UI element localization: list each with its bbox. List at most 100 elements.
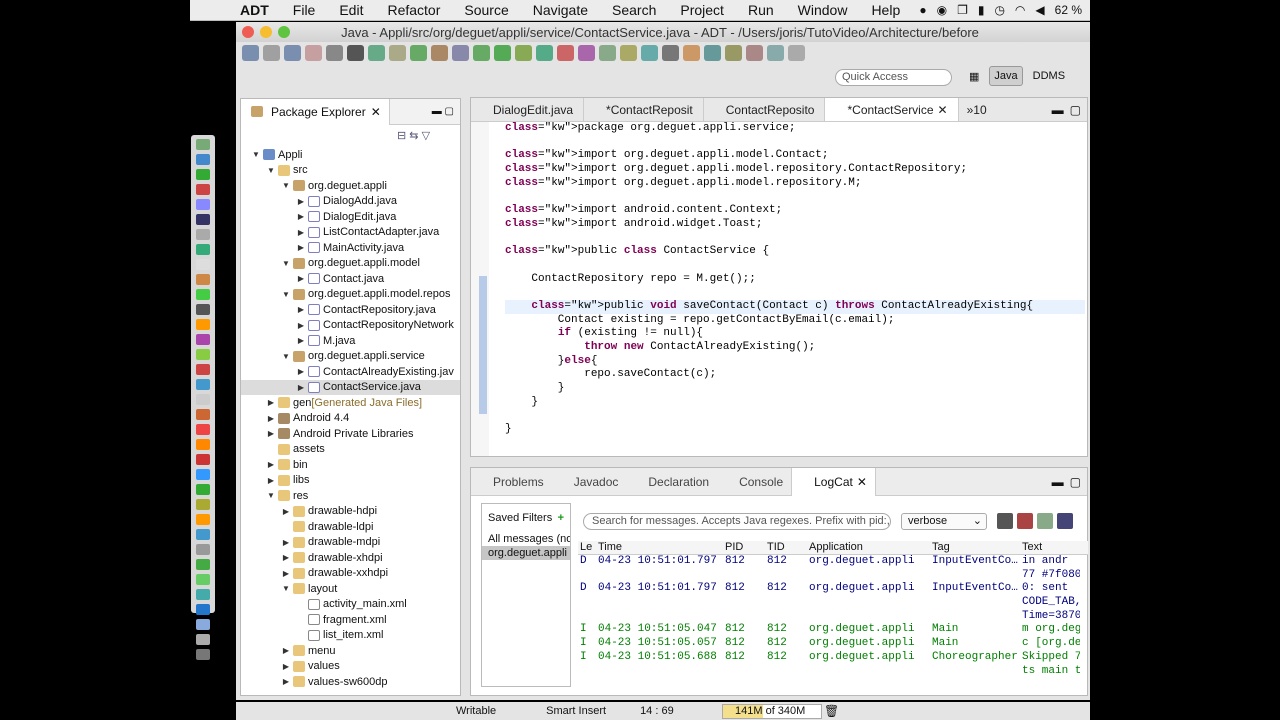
toolbar-action-icon[interactable] bbox=[662, 45, 679, 61]
tree-item[interactable]: ▶ drawable-xhdpi bbox=[241, 550, 460, 566]
battery-small-icon[interactable]: ▮ bbox=[978, 3, 985, 17]
tree-item[interactable]: ▶ Android Private Libraries bbox=[241, 426, 460, 442]
editor-tab[interactable]: *ContactReposit bbox=[584, 98, 704, 121]
dock-app-icon[interactable] bbox=[196, 604, 210, 615]
toolbar-action-icon[interactable] bbox=[452, 45, 469, 61]
expanded-arrow-icon[interactable]: ▼ bbox=[266, 166, 276, 175]
dock-app-icon[interactable] bbox=[196, 589, 210, 600]
log-row[interactable]: 77 #7f080 bbox=[578, 569, 1088, 583]
dock-app-icon[interactable] bbox=[196, 244, 210, 255]
dock-app-icon[interactable] bbox=[196, 184, 210, 195]
menu-navigate[interactable]: Navigate bbox=[533, 2, 588, 18]
minimize-view-icon[interactable]: ▬ bbox=[432, 106, 442, 117]
log-row[interactable]: I 04-23 10:51:05.057 812 812 org.deguet.appl… bbox=[578, 637, 1088, 651]
dock-app-icon[interactable] bbox=[196, 469, 210, 480]
toolbar-action-icon[interactable] bbox=[368, 45, 385, 61]
maximize-view-icon[interactable]: ▢ bbox=[445, 106, 454, 117]
column-header[interactable]: TID bbox=[765, 541, 807, 554]
toolbar-action-icon[interactable] bbox=[788, 45, 805, 61]
tab-overflow[interactable]: »10 bbox=[959, 98, 997, 121]
tree-item[interactable]: assets bbox=[241, 442, 460, 458]
close-tab-icon[interactable]: ✕ bbox=[857, 475, 867, 489]
minimize-view-icon[interactable]: ▬ bbox=[1052, 103, 1064, 117]
editor-tab[interactable]: ContactReposito bbox=[704, 98, 826, 121]
collapse-all-icon[interactable]: ⊟ bbox=[397, 130, 406, 142]
zoom-window-icon[interactable] bbox=[278, 26, 290, 38]
tree-item[interactable]: list_item.xml bbox=[241, 628, 460, 644]
tab-problems[interactable]: Problems bbox=[471, 468, 552, 496]
toolbar-action-icon[interactable] bbox=[536, 45, 553, 61]
collapsed-arrow-icon[interactable]: ▶ bbox=[266, 414, 276, 423]
dock-app-icon[interactable] bbox=[196, 274, 210, 285]
collapsed-arrow-icon[interactable]: ▶ bbox=[296, 212, 306, 221]
collapsed-arrow-icon[interactable]: ▶ bbox=[266, 429, 276, 438]
menu-edit[interactable]: Edit bbox=[339, 2, 363, 18]
memory-indicator[interactable]: 141M of 340M bbox=[722, 704, 822, 719]
dock-app-icon[interactable] bbox=[196, 409, 210, 420]
tree-item[interactable]: ▼ org.deguet.appli.model.repos bbox=[241, 287, 460, 303]
dock-app-icon[interactable] bbox=[196, 304, 210, 315]
screens-icon[interactable]: ❐ bbox=[957, 3, 968, 17]
dock-app-icon[interactable] bbox=[196, 349, 210, 360]
tree-item[interactable]: ▼ src bbox=[241, 163, 460, 179]
collapsed-arrow-icon[interactable]: ▶ bbox=[281, 662, 291, 671]
tree-item[interactable]: ▶ bin bbox=[241, 457, 460, 473]
dock-app-icon[interactable] bbox=[196, 364, 210, 375]
dock-app-icon[interactable] bbox=[196, 334, 210, 345]
tree-item[interactable]: ▶ drawable-mdpi bbox=[241, 535, 460, 551]
tab-javadoc[interactable]: Javadoc bbox=[552, 468, 627, 496]
toolbar-action-icon[interactable] bbox=[305, 45, 322, 61]
tree-item[interactable]: ▶ ContactService.java bbox=[241, 379, 460, 395]
collapsed-arrow-icon[interactable]: ▶ bbox=[281, 677, 291, 686]
toolbar-action-icon[interactable] bbox=[704, 45, 721, 61]
column-header[interactable]: Time bbox=[596, 541, 723, 554]
editor-tab[interactable]: DialogEdit.java bbox=[471, 98, 585, 121]
tree-item[interactable]: fragment.xml bbox=[241, 612, 460, 628]
volume-icon[interactable]: ◀ bbox=[1035, 3, 1044, 17]
dock-app-icon[interactable] bbox=[196, 514, 210, 525]
evernote-icon[interactable]: ● bbox=[919, 3, 926, 17]
log-row[interactable]: ts main t bbox=[578, 665, 1088, 679]
expanded-arrow-icon[interactable]: ▼ bbox=[281, 181, 291, 190]
collapsed-arrow-icon[interactable]: ▶ bbox=[296, 321, 306, 330]
toolbar-action-icon[interactable] bbox=[347, 45, 364, 61]
tree-item[interactable]: activity_main.xml bbox=[241, 597, 460, 613]
tab-console[interactable]: Console bbox=[717, 468, 791, 496]
toolbar-action-icon[interactable] bbox=[515, 45, 532, 61]
dock-app-icon[interactable] bbox=[196, 454, 210, 465]
dock-app-icon[interactable] bbox=[196, 139, 210, 150]
expanded-arrow-icon[interactable]: ▼ bbox=[281, 290, 291, 299]
close-window-icon[interactable] bbox=[242, 26, 254, 38]
log-row[interactable]: I 04-23 10:51:05.047 812 812 org.deguet.appl… bbox=[578, 623, 1088, 637]
menu-run[interactable]: Run bbox=[748, 2, 774, 18]
dock-app-icon[interactable] bbox=[196, 169, 210, 180]
tab-logcat[interactable]: LogCat ✕ bbox=[791, 467, 876, 496]
tree-item[interactable]: ▶ drawable-hdpi bbox=[241, 504, 460, 520]
menu-refactor[interactable]: Refactor bbox=[387, 2, 440, 18]
collapsed-arrow-icon[interactable]: ▶ bbox=[296, 336, 306, 345]
log-row[interactable]: Time=3870 bbox=[578, 610, 1088, 624]
dock-app-icon[interactable] bbox=[196, 439, 210, 450]
dock-app-icon[interactable] bbox=[196, 574, 210, 585]
tree-item[interactable]: ▼ org.deguet.appli bbox=[241, 178, 460, 194]
toolbar-action-icon[interactable] bbox=[725, 45, 742, 61]
collapsed-arrow-icon[interactable]: ▶ bbox=[296, 274, 306, 283]
collapsed-arrow-icon[interactable]: ▶ bbox=[281, 507, 291, 516]
package-explorer-tab[interactable]: Package Explorer ✕ bbox=[241, 98, 390, 125]
toolbar-action-icon[interactable] bbox=[284, 45, 301, 61]
dock-app-icon[interactable] bbox=[196, 649, 210, 660]
column-header[interactable]: Application bbox=[807, 541, 930, 554]
dock-app-icon[interactable] bbox=[196, 229, 210, 240]
code-area[interactable]: class="kw">package org.deguet.appli.serv… bbox=[505, 122, 1085, 437]
maximize-view-icon[interactable]: ▢ bbox=[1070, 103, 1081, 117]
toolbar-action-icon[interactable] bbox=[431, 45, 448, 61]
column-header[interactable]: Text bbox=[1020, 541, 1080, 554]
tree-item[interactable]: drawable-ldpi bbox=[241, 519, 460, 535]
collapsed-arrow-icon[interactable]: ▶ bbox=[281, 553, 291, 562]
toolbar-action-icon[interactable] bbox=[410, 45, 427, 61]
filter-app[interactable]: org.deguet.appli bbox=[482, 546, 570, 560]
quick-access-input[interactable]: Quick Access bbox=[835, 69, 952, 86]
collapsed-arrow-icon[interactable]: ▶ bbox=[266, 476, 276, 485]
add-filter-icon[interactable]: + bbox=[558, 512, 564, 524]
expanded-arrow-icon[interactable]: ▼ bbox=[266, 491, 276, 500]
